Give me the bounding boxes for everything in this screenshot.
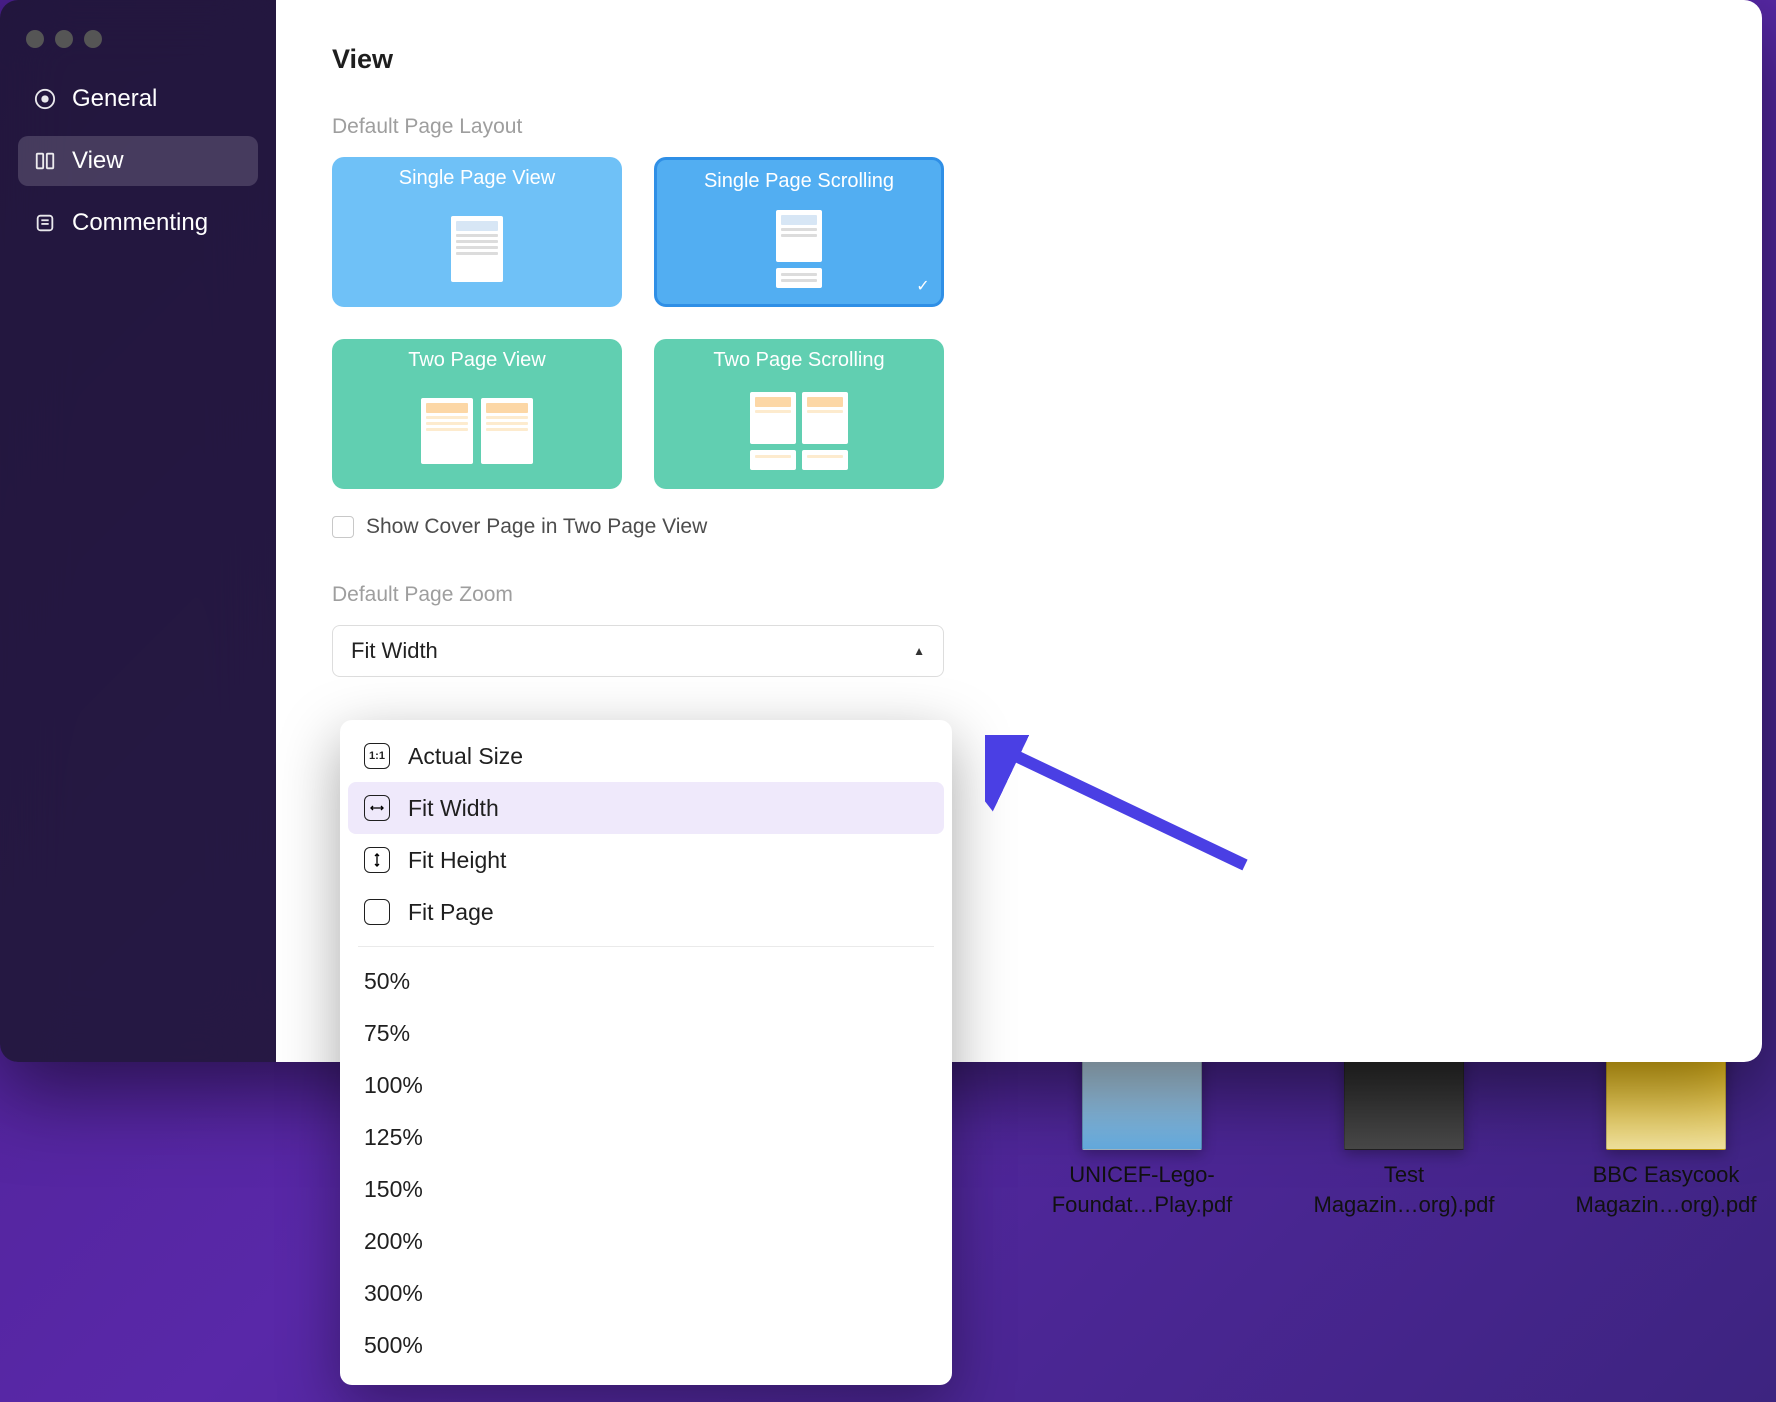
file-thumb bbox=[1082, 1050, 1202, 1150]
layout-option-single-scrolling[interactable]: Single Page Scrolling ✓ bbox=[654, 157, 944, 307]
zoom-option-fit-page[interactable]: Fit Page bbox=[348, 886, 944, 938]
section-label-zoom: Default Page Zoom bbox=[332, 583, 1706, 607]
desktop-file[interactable]: BBC Easycook Magazin…org).pdf bbox=[1556, 1050, 1776, 1219]
layout-option-single-view[interactable]: Single Page View bbox=[332, 157, 622, 307]
desktop-files: b UNICEF-Lego- Foundat…Play.pdf Test Mag… bbox=[900, 1050, 1776, 1219]
popup-separator bbox=[358, 946, 934, 947]
close-icon[interactable] bbox=[26, 30, 44, 48]
sidebar: General View Commenting bbox=[0, 0, 276, 1062]
file-name: BBC Easycook Magazin…org).pdf bbox=[1576, 1160, 1757, 1219]
zoom-option-percent[interactable]: 500% bbox=[348, 1319, 944, 1371]
chevron-up-icon: ▲ bbox=[913, 644, 925, 658]
zoom-option-label: 300% bbox=[364, 1280, 423, 1307]
zoom-option-percent[interactable]: 300% bbox=[348, 1267, 944, 1319]
section-label-layout: Default Page Layout bbox=[332, 115, 1706, 139]
preview-icon bbox=[750, 372, 848, 489]
sidebar-item-commenting[interactable]: Commenting bbox=[18, 198, 258, 248]
zoom-option-label: Fit Width bbox=[408, 795, 499, 822]
file-name: UNICEF-Lego- Foundat…Play.pdf bbox=[1052, 1160, 1233, 1219]
file-thumb bbox=[1606, 1050, 1726, 1150]
sidebar-item-label: View bbox=[72, 147, 124, 175]
zoom-option-label: 75% bbox=[364, 1020, 410, 1047]
zoom-option-label: Fit Page bbox=[408, 899, 494, 926]
zoom-dropdown-value: Fit Width bbox=[351, 638, 438, 664]
zoom-option-label: 125% bbox=[364, 1124, 423, 1151]
preview-icon bbox=[421, 372, 533, 489]
page-title: View bbox=[332, 44, 1706, 75]
zoom-dropdown[interactable]: Fit Width ▲ bbox=[332, 625, 944, 677]
layout-grid: Single Page View Single Page Scrolling ✓… bbox=[332, 157, 1706, 489]
layout-option-label: Two Page View bbox=[408, 349, 546, 372]
note-icon bbox=[34, 212, 56, 234]
checkbox-label: Show Cover Page in Two Page View bbox=[366, 515, 707, 539]
window-traffic-lights bbox=[0, 20, 276, 74]
file-name: Test Magazin…org).pdf bbox=[1314, 1160, 1495, 1219]
sidebar-item-label: General bbox=[72, 85, 157, 113]
zoom-option-label: 200% bbox=[364, 1228, 423, 1255]
zoom-option-label: 500% bbox=[364, 1332, 423, 1359]
desktop-file[interactable]: Test Magazin…org).pdf bbox=[1294, 1050, 1514, 1219]
sidebar-item-view[interactable]: View bbox=[18, 136, 258, 186]
layout-option-label: Single Page View bbox=[399, 167, 555, 190]
layout-option-label: Single Page Scrolling bbox=[704, 170, 894, 193]
preview-icon bbox=[451, 190, 503, 307]
checkbox-icon bbox=[332, 516, 354, 538]
desktop-file[interactable]: UNICEF-Lego- Foundat…Play.pdf bbox=[1032, 1050, 1252, 1219]
zoom-option-percent[interactable]: 100% bbox=[348, 1059, 944, 1111]
zoom-option-label: Fit Height bbox=[408, 847, 506, 874]
zoom-option-label: 150% bbox=[364, 1176, 423, 1203]
fit-width-icon bbox=[364, 795, 390, 821]
zoom-option-fit-width[interactable]: Fit Width bbox=[348, 782, 944, 834]
zoom-option-label: 100% bbox=[364, 1072, 423, 1099]
zoom-option-label: Actual Size bbox=[408, 743, 523, 770]
zoom-option-percent[interactable]: 50% bbox=[348, 955, 944, 1007]
layout-option-label: Two Page Scrolling bbox=[713, 349, 884, 372]
zoom-option-percent[interactable]: 125% bbox=[348, 1111, 944, 1163]
sidebar-item-label: Commenting bbox=[72, 209, 208, 237]
actual-size-icon: 1:1 bbox=[364, 743, 390, 769]
maximize-icon[interactable] bbox=[84, 30, 102, 48]
zoom-option-percent[interactable]: 150% bbox=[348, 1163, 944, 1215]
zoom-option-label: 50% bbox=[364, 968, 410, 995]
check-icon: ✓ bbox=[911, 274, 935, 298]
zoom-option-actual-size[interactable]: 1:1 Actual Size bbox=[348, 730, 944, 782]
sidebar-item-general[interactable]: General bbox=[18, 74, 258, 124]
radio-icon bbox=[34, 88, 56, 110]
layout-option-two-scrolling[interactable]: Two Page Scrolling bbox=[654, 339, 944, 489]
zoom-option-fit-height[interactable]: Fit Height bbox=[348, 834, 944, 886]
fit-page-icon bbox=[364, 899, 390, 925]
cover-page-checkbox[interactable]: Show Cover Page in Two Page View bbox=[332, 515, 1706, 539]
fit-height-icon bbox=[364, 847, 390, 873]
columns-icon bbox=[34, 150, 56, 172]
file-thumb bbox=[1344, 1050, 1464, 1150]
minimize-icon[interactable] bbox=[55, 30, 73, 48]
preview-icon bbox=[776, 193, 822, 304]
zoom-popup: 1:1 Actual Size Fit Width Fit Height Fit… bbox=[340, 720, 952, 1385]
zoom-option-percent[interactable]: 75% bbox=[348, 1007, 944, 1059]
layout-option-two-view[interactable]: Two Page View bbox=[332, 339, 622, 489]
zoom-option-percent[interactable]: 200% bbox=[348, 1215, 944, 1267]
